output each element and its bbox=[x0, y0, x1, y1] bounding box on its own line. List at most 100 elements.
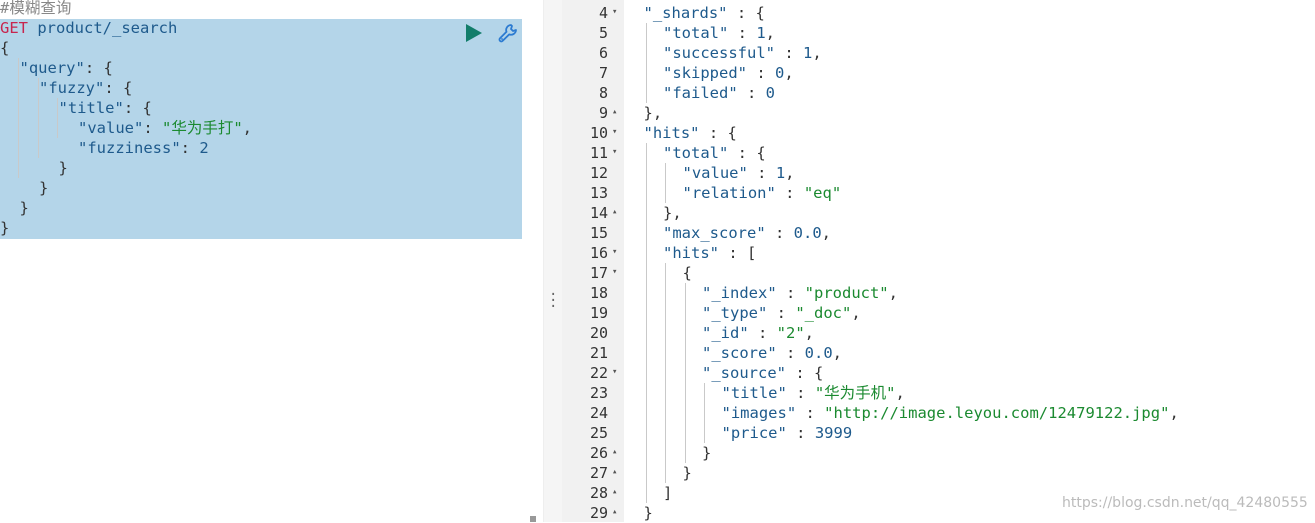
code-line: "_score" : 0.0, bbox=[624, 343, 1179, 363]
line-number: 18 bbox=[589, 284, 608, 302]
token-num: 1 bbox=[802, 44, 813, 62]
token-str: "eq" bbox=[803, 184, 842, 202]
indent-guide bbox=[18, 58, 19, 178]
response-viewer: "_shards" : {"total" : 1, "successful" : … bbox=[624, 0, 1315, 522]
token-punc: { bbox=[0, 39, 10, 57]
fold-arrow-down-icon[interactable]: ▾ bbox=[612, 127, 617, 137]
line-number: 12 bbox=[589, 164, 608, 182]
comment-line: #模糊查询 bbox=[0, 0, 72, 17]
token-punc: : bbox=[143, 119, 162, 137]
code-line: "total" : { bbox=[624, 143, 1179, 163]
token-punc: : bbox=[765, 224, 794, 242]
line-number: 7 bbox=[598, 64, 608, 82]
wrench-icon[interactable] bbox=[497, 22, 519, 44]
indent-guide bbox=[645, 143, 647, 503]
line-number: 9 bbox=[598, 104, 608, 122]
code-line: "_id" : "2", bbox=[624, 323, 1179, 343]
code-line: "relation" : "eq" bbox=[624, 183, 1179, 203]
token-key: "title" bbox=[58, 99, 124, 117]
token-str: "2" bbox=[776, 324, 805, 342]
watermark: https://blog.csdn.net/qq_42480555 bbox=[1062, 495, 1308, 511]
token-punc: }, bbox=[663, 204, 682, 222]
token-key: "value" bbox=[78, 119, 144, 137]
token-punc: } bbox=[58, 159, 68, 177]
line-number: 27 bbox=[589, 464, 608, 482]
code-line: } bbox=[0, 158, 252, 178]
fold-arrow-down-icon[interactable]: ▾ bbox=[612, 7, 617, 17]
token-punc: : { bbox=[786, 364, 824, 382]
code-line: { bbox=[0, 38, 252, 58]
token-punc: : { bbox=[728, 144, 766, 162]
line-number: 17 bbox=[589, 264, 608, 282]
fold-arrow-up-icon[interactable]: ▴ bbox=[612, 507, 617, 517]
token-key: "fuzzy" bbox=[39, 79, 105, 97]
run-request-button[interactable] bbox=[466, 24, 482, 42]
token-punc: : { bbox=[123, 99, 152, 117]
token-key: "total" bbox=[663, 144, 729, 162]
token-str: "_doc" bbox=[795, 304, 852, 322]
fold-arrow-down-icon[interactable]: ▾ bbox=[612, 367, 617, 377]
line-number: 15 bbox=[589, 224, 608, 242]
code-line: "hits" : [ bbox=[624, 243, 1179, 263]
token-punc: : bbox=[776, 344, 805, 362]
token-key: "price" bbox=[721, 424, 787, 442]
token-punc: : bbox=[728, 24, 757, 42]
scrollbar-thumb[interactable] bbox=[530, 516, 536, 522]
token-punc: : bbox=[767, 304, 796, 322]
token-key: "images" bbox=[721, 404, 797, 422]
token-punc: : bbox=[747, 164, 776, 182]
code-line: }, bbox=[624, 103, 1179, 123]
code-line: "_type" : "_doc", bbox=[624, 303, 1179, 323]
token-str: "http://image.leyou.com/12479122.jpg" bbox=[824, 404, 1170, 422]
token-punc: , bbox=[784, 64, 794, 82]
token-str: "华为手机" bbox=[814, 384, 896, 402]
token-punc: : bbox=[737, 84, 766, 102]
request-line: GET product/_search bbox=[0, 18, 252, 38]
line-number: 22 bbox=[589, 364, 608, 382]
fold-arrow-up-icon[interactable]: ▴ bbox=[612, 207, 617, 217]
token-key: "failed" bbox=[663, 84, 738, 102]
fold-arrow-down-icon[interactable]: ▾ bbox=[612, 147, 617, 157]
token-key: "_index" bbox=[702, 284, 777, 302]
token-punc: } bbox=[0, 219, 10, 237]
token-key: "hits" bbox=[643, 124, 700, 142]
token-punc: , bbox=[895, 384, 905, 402]
token-punc: : bbox=[786, 424, 815, 442]
line-number: 16 bbox=[589, 244, 608, 262]
fold-arrow-down-icon[interactable]: ▾ bbox=[612, 267, 617, 277]
fold-arrow-up-icon[interactable]: ▴ bbox=[612, 447, 617, 457]
http-method: GET bbox=[0, 19, 28, 37]
token-key: "value" bbox=[682, 164, 748, 182]
code-line: "value" : 1, bbox=[624, 163, 1179, 183]
token-key: "_score" bbox=[702, 344, 777, 362]
line-number: 19 bbox=[589, 304, 608, 322]
fold-arrow-up-icon[interactable]: ▴ bbox=[612, 107, 617, 117]
line-number: 13 bbox=[589, 184, 608, 202]
fold-arrow-up-icon[interactable]: ▴ bbox=[612, 467, 617, 477]
fold-arrow-down-icon[interactable]: ▾ bbox=[612, 247, 617, 257]
code-line: "query": { bbox=[0, 58, 252, 78]
token-punc: } bbox=[19, 199, 29, 217]
line-number: 10 bbox=[589, 124, 608, 142]
token-num: 3999 bbox=[814, 424, 853, 442]
pane-resizer[interactable] bbox=[543, 0, 563, 522]
line-number: 23 bbox=[589, 384, 608, 402]
line-number: 4 bbox=[598, 4, 608, 22]
line-number: 8 bbox=[598, 84, 608, 102]
token-key: "relation" bbox=[682, 184, 776, 202]
token-punc: : [ bbox=[719, 244, 757, 262]
token-key: "total" bbox=[663, 24, 729, 42]
code-line: } bbox=[624, 463, 1179, 483]
code-line: "total" : 1, bbox=[624, 23, 1179, 43]
token-num: 0.0 bbox=[793, 224, 822, 242]
token-punc: : { bbox=[699, 124, 737, 142]
code-line: "failed" : 0 bbox=[624, 83, 1179, 103]
token-num: 2 bbox=[199, 139, 209, 157]
request-editor[interactable]: #模糊查询 GET product/_search {"query": {"fu… bbox=[0, 0, 543, 522]
token-punc: : bbox=[748, 324, 777, 342]
token-punc: : bbox=[747, 64, 775, 82]
fold-arrow-up-icon[interactable]: ▴ bbox=[612, 487, 617, 497]
code-line: } bbox=[624, 443, 1179, 463]
code-line: } bbox=[0, 178, 252, 198]
token-punc: : { bbox=[727, 4, 765, 22]
